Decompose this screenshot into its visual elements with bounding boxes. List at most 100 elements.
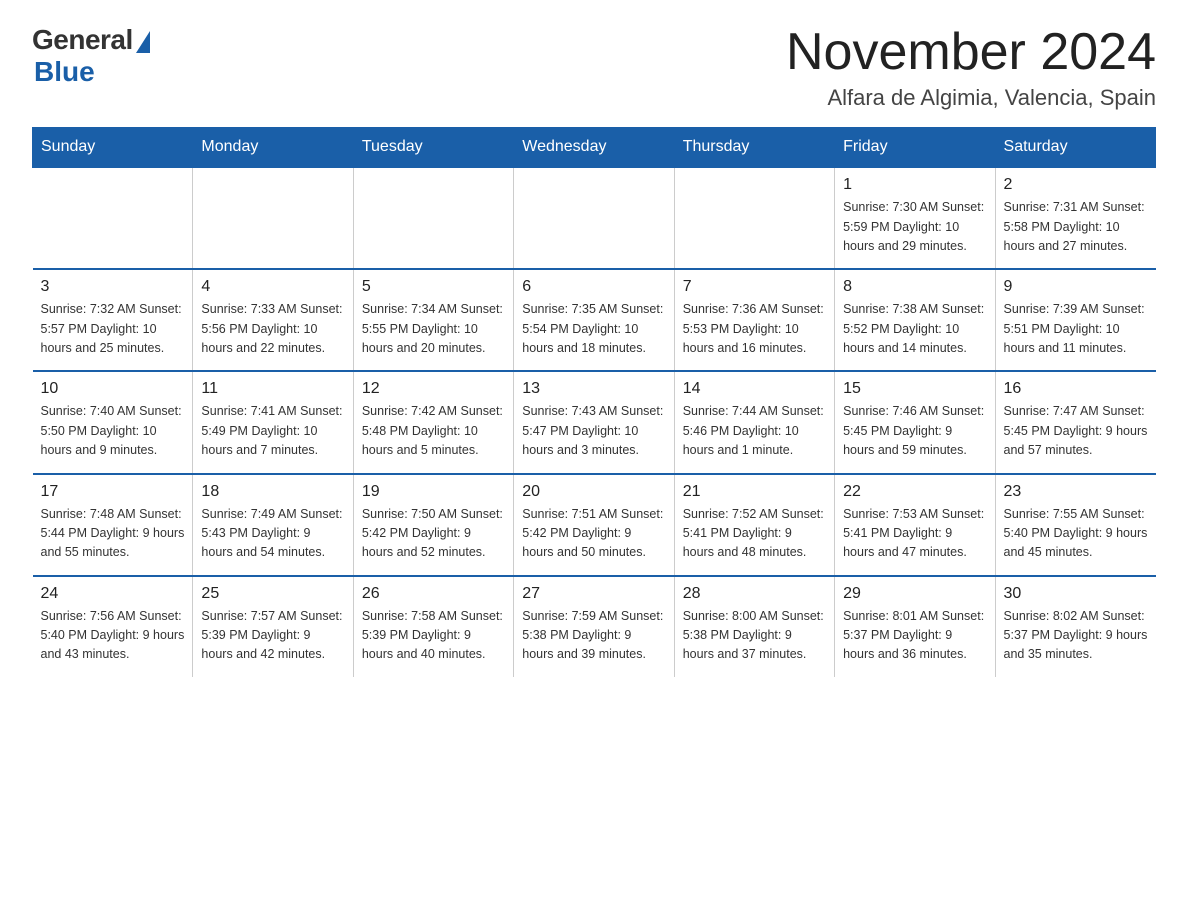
day-number: 19: [362, 483, 505, 501]
day-info: Sunrise: 7:41 AM Sunset: 5:49 PM Dayligh…: [201, 402, 344, 460]
calendar-cell: [193, 167, 353, 269]
calendar-body: 1Sunrise: 7:30 AM Sunset: 5:59 PM Daylig…: [33, 167, 1156, 677]
day-number: 16: [1004, 380, 1148, 398]
day-number: 24: [41, 585, 185, 603]
calendar-cell: 18Sunrise: 7:49 AM Sunset: 5:43 PM Dayli…: [193, 474, 353, 576]
logo-general-text: General: [32, 24, 133, 56]
calendar-week-row: 3 Sunrise: 7:32 AM Sunset: 5:57 PM Daylig…: [33, 269, 1156, 371]
day-info: Sunrise: 7:57 AM Sunset: 5:39 PM Dayligh…: [201, 607, 344, 665]
day-info: Sunrise: 7:51 AM Sunset: 5:42 PM Dayligh…: [522, 505, 665, 563]
day-info: Sunrise: 7:52 AM Sunset: 5:41 PM Dayligh…: [683, 505, 826, 563]
day-number: 20: [522, 483, 665, 501]
calendar-cell: 20 Sunrise: 7:51 AM Sunset: 5:42 PM Dayli…: [514, 474, 674, 576]
calendar-cell: 3 Sunrise: 7:32 AM Sunset: 5:57 PM Daylig…: [33, 269, 193, 371]
day-info: Sunrise: 7:40 AM Sunset: 5:50 PM Dayligh…: [41, 402, 185, 460]
calendar-cell: 6 Sunrise: 7:35 AM Sunset: 5:54 PM Daylig…: [514, 269, 674, 371]
day-number: 26: [362, 585, 505, 603]
calendar-cell: 24 Sunrise: 7:56 AM Sunset: 5:40 PM Dayli…: [33, 576, 193, 677]
day-number: 7: [683, 278, 826, 296]
header-right: November 2024 Alfara de Algimia, Valenci…: [786, 24, 1156, 111]
calendar-cell: 4 Sunrise: 7:33 AM Sunset: 5:56 PM Daylig…: [193, 269, 353, 371]
calendar-cell: 14 Sunrise: 7:44 AM Sunset: 5:46 PM Dayli…: [674, 371, 834, 473]
day-info: Sunrise: 7:47 AM Sunset: 5:45 PM Dayligh…: [1004, 402, 1148, 460]
day-number: 22: [843, 483, 986, 501]
day-number: 5: [362, 278, 505, 296]
day-info: Sunrise: 7:46 AM Sunset: 5:45 PM Dayligh…: [843, 402, 986, 460]
day-number: 1: [843, 176, 986, 194]
day-number: 17: [41, 483, 185, 501]
day-info: Sunrise: 7:50 AM Sunset: 5:42 PM Dayligh…: [362, 505, 505, 563]
day-number: 9: [1004, 278, 1148, 296]
day-info: Sunrise: 7:35 AM Sunset: 5:54 PM Dayligh…: [522, 300, 665, 358]
weekday-header-monday: Monday: [193, 128, 353, 168]
calendar-cell: 7 Sunrise: 7:36 AM Sunset: 5:53 PM Daylig…: [674, 269, 834, 371]
weekday-header-thursday: Thursday: [674, 128, 834, 168]
day-info: Sunrise: 8:00 AM Sunset: 5:38 PM Dayligh…: [683, 607, 826, 665]
day-number: 11: [201, 380, 344, 398]
calendar-cell: 17 Sunrise: 7:48 AM Sunset: 5:44 PM Dayli…: [33, 474, 193, 576]
day-info: Sunrise: 7:48 AM Sunset: 5:44 PM Dayligh…: [41, 505, 185, 563]
calendar-cell: 15 Sunrise: 7:46 AM Sunset: 5:45 PM Dayli…: [835, 371, 995, 473]
day-number: 28: [683, 585, 826, 603]
day-info: Sunrise: 7:59 AM Sunset: 5:38 PM Dayligh…: [522, 607, 665, 665]
day-info: Sunrise: 8:01 AM Sunset: 5:37 PM Dayligh…: [843, 607, 986, 665]
calendar-header: SundayMondayTuesdayWednesdayThursdayFrid…: [33, 128, 1156, 168]
weekday-header-friday: Friday: [835, 128, 995, 168]
calendar-cell: [353, 167, 513, 269]
calendar-cell: [33, 167, 193, 269]
day-info: Sunrise: 7:53 AM Sunset: 5:41 PM Dayligh…: [843, 505, 986, 563]
calendar-week-row: 10 Sunrise: 7:40 AM Sunset: 5:50 PM Dayli…: [33, 371, 1156, 473]
day-info: Sunrise: 7:34 AM Sunset: 5:55 PM Dayligh…: [362, 300, 505, 358]
calendar-cell: 30Sunrise: 8:02 AM Sunset: 5:37 PM Dayli…: [995, 576, 1155, 677]
day-number: 3: [41, 278, 185, 296]
calendar-cell: 19 Sunrise: 7:50 AM Sunset: 5:42 PM Dayli…: [353, 474, 513, 576]
day-number: 27: [522, 585, 665, 603]
calendar-cell: [674, 167, 834, 269]
day-info: Sunrise: 7:42 AM Sunset: 5:48 PM Dayligh…: [362, 402, 505, 460]
calendar-cell: 26 Sunrise: 7:58 AM Sunset: 5:39 PM Dayli…: [353, 576, 513, 677]
day-info: Sunrise: 7:58 AM Sunset: 5:39 PM Dayligh…: [362, 607, 505, 665]
day-number: 8: [843, 278, 986, 296]
weekday-header-row: SundayMondayTuesdayWednesdayThursdayFrid…: [33, 128, 1156, 168]
day-number: 10: [41, 380, 185, 398]
day-number: 25: [201, 585, 344, 603]
logo: General Blue: [32, 24, 150, 88]
day-number: 21: [683, 483, 826, 501]
calendar-table: SundayMondayTuesdayWednesdayThursdayFrid…: [32, 127, 1156, 677]
calendar-cell: 16 Sunrise: 7:47 AM Sunset: 5:45 PM Dayli…: [995, 371, 1155, 473]
weekday-header-wednesday: Wednesday: [514, 128, 674, 168]
location-title: Alfara de Algimia, Valencia, Spain: [786, 85, 1156, 111]
day-info: Sunrise: 7:31 AM Sunset: 5:58 PM Dayligh…: [1004, 198, 1148, 256]
day-info: Sunrise: 7:33 AM Sunset: 5:56 PM Dayligh…: [201, 300, 344, 358]
day-number: 4: [201, 278, 344, 296]
calendar-cell: [514, 167, 674, 269]
weekday-header-saturday: Saturday: [995, 128, 1155, 168]
day-info: Sunrise: 7:43 AM Sunset: 5:47 PM Dayligh…: [522, 402, 665, 460]
calendar-cell: 1Sunrise: 7:30 AM Sunset: 5:59 PM Daylig…: [835, 167, 995, 269]
calendar-week-row: 24 Sunrise: 7:56 AM Sunset: 5:40 PM Dayli…: [33, 576, 1156, 677]
day-info: Sunrise: 7:56 AM Sunset: 5:40 PM Dayligh…: [41, 607, 185, 665]
day-info: Sunrise: 7:55 AM Sunset: 5:40 PM Dayligh…: [1004, 505, 1148, 563]
day-info: Sunrise: 7:32 AM Sunset: 5:57 PM Dayligh…: [41, 300, 185, 358]
day-info: Sunrise: 8:02 AM Sunset: 5:37 PM Dayligh…: [1004, 607, 1148, 665]
day-info: Sunrise: 7:44 AM Sunset: 5:46 PM Dayligh…: [683, 402, 826, 460]
calendar-cell: 8Sunrise: 7:38 AM Sunset: 5:52 PM Daylig…: [835, 269, 995, 371]
weekday-header-tuesday: Tuesday: [353, 128, 513, 168]
calendar-cell: 11 Sunrise: 7:41 AM Sunset: 5:49 PM Dayli…: [193, 371, 353, 473]
calendar-cell: 12 Sunrise: 7:42 AM Sunset: 5:48 PM Dayli…: [353, 371, 513, 473]
day-number: 18: [201, 483, 344, 501]
calendar-cell: 13 Sunrise: 7:43 AM Sunset: 5:47 PM Dayli…: [514, 371, 674, 473]
calendar-cell: 10 Sunrise: 7:40 AM Sunset: 5:50 PM Dayli…: [33, 371, 193, 473]
day-number: 14: [683, 380, 826, 398]
calendar-cell: 23Sunrise: 7:55 AM Sunset: 5:40 PM Dayli…: [995, 474, 1155, 576]
month-title: November 2024: [786, 24, 1156, 81]
calendar-cell: 27 Sunrise: 7:59 AM Sunset: 5:38 PM Dayli…: [514, 576, 674, 677]
day-number: 12: [362, 380, 505, 398]
day-number: 15: [843, 380, 986, 398]
calendar-cell: 22 Sunrise: 7:53 AM Sunset: 5:41 PM Dayli…: [835, 474, 995, 576]
calendar-cell: 9Sunrise: 7:39 AM Sunset: 5:51 PM Daylig…: [995, 269, 1155, 371]
day-number: 13: [522, 380, 665, 398]
day-info: Sunrise: 7:36 AM Sunset: 5:53 PM Dayligh…: [683, 300, 826, 358]
calendar-cell: 29Sunrise: 8:01 AM Sunset: 5:37 PM Dayli…: [835, 576, 995, 677]
day-number: 6: [522, 278, 665, 296]
